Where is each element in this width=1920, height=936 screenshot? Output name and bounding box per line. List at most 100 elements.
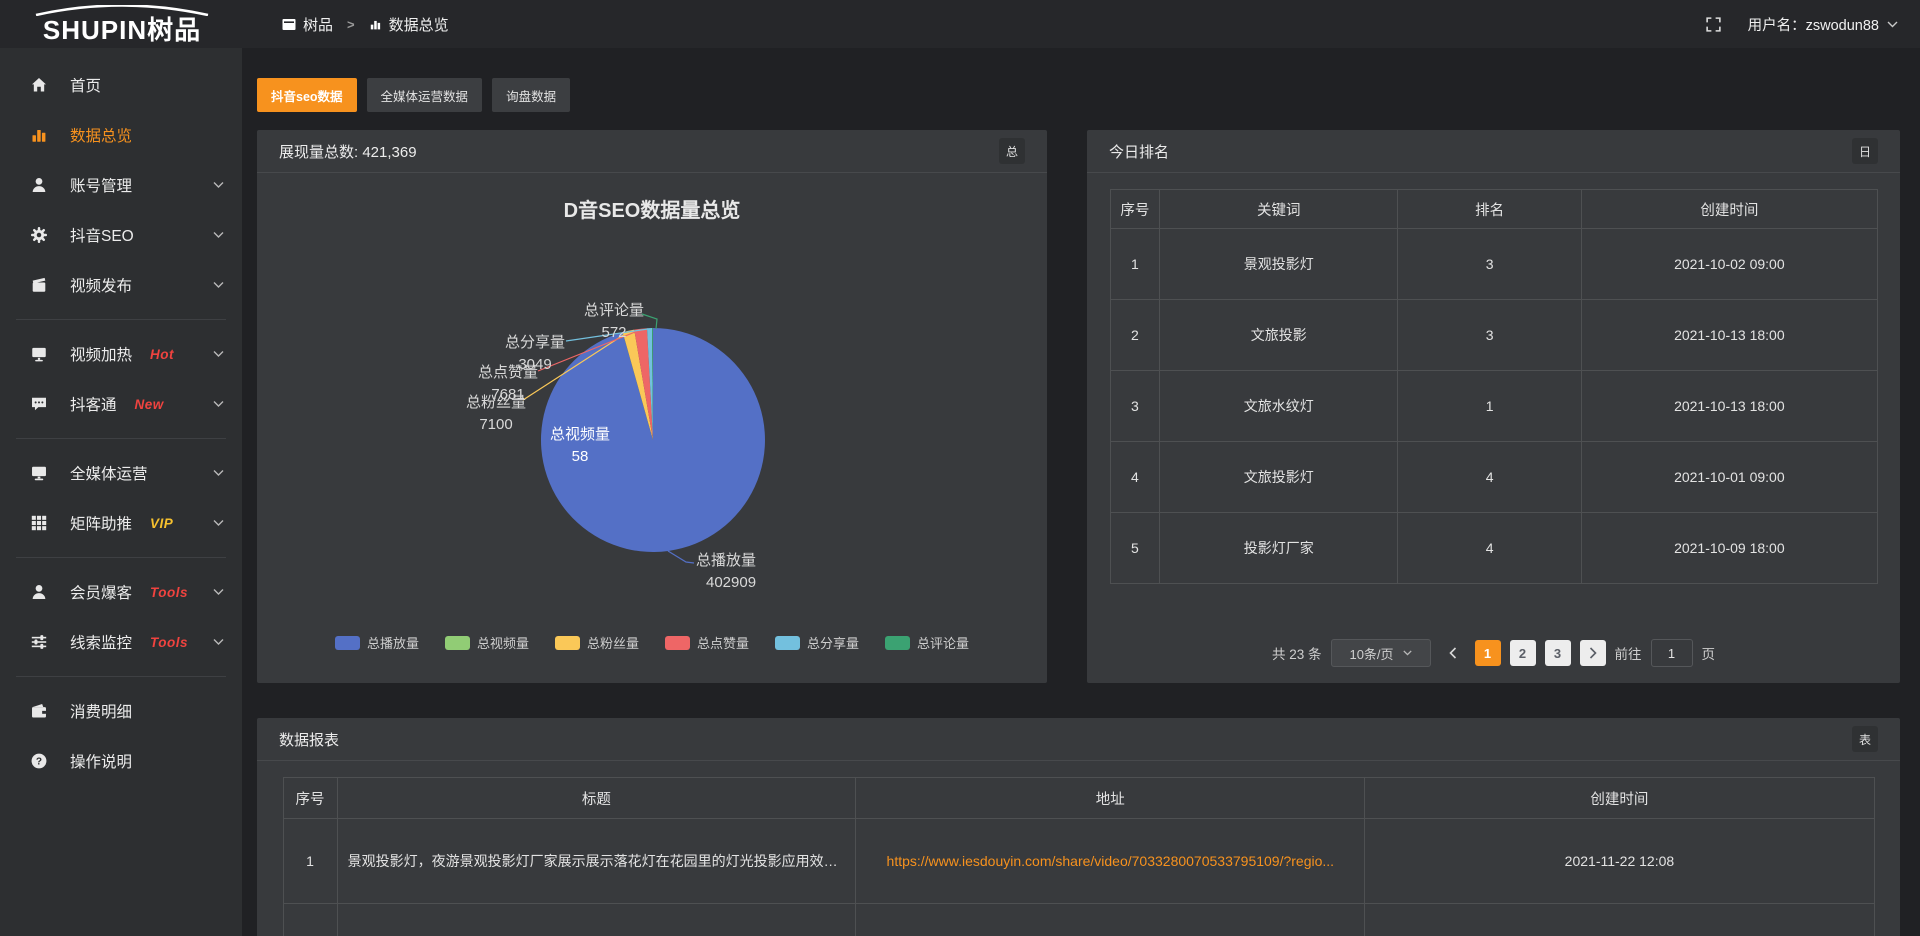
sidebar-item-consume-detail[interactable]: 消费明细 (0, 686, 242, 736)
sidebar-item-data-overview[interactable]: 数据总览 (0, 110, 242, 160)
prev-page-button[interactable] (1440, 640, 1466, 666)
sidebar-item-clue-monitor[interactable]: 线索监控 Tools (0, 617, 242, 667)
breadcrumb-label: 数据总览 (389, 14, 449, 35)
chat-icon (30, 395, 48, 413)
table-cell: 4 (1398, 442, 1582, 513)
sidebar-divider (16, 557, 226, 558)
chevron-down-icon (213, 520, 224, 527)
sidebar-badge: Tools (150, 635, 188, 650)
fullscreen-icon[interactable] (1705, 16, 1722, 33)
legend-item-comment[interactable]: 总评论量 (885, 633, 969, 652)
column-header: 创建时间 (1582, 190, 1877, 229)
sidebar-divider (16, 319, 226, 320)
page-buttons: 123 (1475, 640, 1571, 666)
pie-label-name-comment: 总评论量 (584, 302, 644, 319)
video-link[interactable]: https://www.iesdouyin.com/share/video/70… (887, 853, 1335, 869)
chevron-down-icon (213, 589, 224, 596)
table-view-button[interactable]: 表 (1852, 726, 1878, 752)
legend-swatch (665, 636, 690, 650)
wallet-icon (30, 702, 48, 720)
chevron-down-icon (213, 182, 224, 189)
sidebar-item-label: 全媒体运营 (70, 462, 148, 484)
gear-icon (30, 226, 48, 244)
video-url-cell: https://www.iesdouyin.com/share/video/70… (856, 819, 1365, 904)
sidebar-item-label: 矩阵助推 (70, 512, 132, 534)
table-cell: 3 (1110, 371, 1160, 442)
page-size-select[interactable]: 10条/页 (1331, 639, 1431, 667)
ranking-table: 序号关键词排名创建时间1景观投影灯32021-10-02 09:002文旅投影3… (1110, 189, 1878, 584)
sidebar-item-account-manage[interactable]: 账号管理 (0, 160, 242, 210)
sidebar-item-matrix-boost[interactable]: 矩阵助推 VIP (0, 498, 242, 548)
sidebar-item-label: 操作说明 (70, 750, 132, 772)
page-button-3[interactable]: 3 (1545, 640, 1571, 666)
row-number-cell: 1 (283, 819, 337, 904)
legend-item-share[interactable]: 总分享量 (775, 633, 859, 652)
legend-label: 总视频量 (477, 633, 529, 652)
report-panel: 数据报表 表 序号标题地址创建时间1景观投影灯，夜游景观投影灯厂家展示展示落花灯… (257, 718, 1900, 936)
user-icon (30, 176, 48, 194)
sidebar-item-douyin-seo[interactable]: 抖音SEO (0, 210, 242, 260)
monitor-icon (30, 464, 48, 482)
sidebar-item-media-operation[interactable]: 全媒体运营 (0, 448, 242, 498)
table-cell: 4 (1398, 513, 1582, 584)
total-view-button[interactable]: 总 (999, 138, 1025, 164)
sidebar-item-video-heat[interactable]: 视频加热 Hot (0, 329, 242, 379)
user-menu[interactable]: 用户名：zswodun88 (1748, 14, 1898, 35)
pie-label-name-share: 总分享量 (505, 334, 565, 351)
grid-icon (30, 514, 48, 532)
table-cell: 投影灯厂家 (1160, 513, 1398, 584)
chevron-down-icon (213, 351, 224, 358)
question-icon: ? (30, 752, 48, 770)
logo-text: SHUPIN树品 (43, 17, 201, 43)
tab-douyin-seo-data[interactable]: 抖音seo数据 (257, 78, 357, 112)
column-header: 地址 (856, 778, 1365, 819)
goto-page-input[interactable] (1651, 639, 1693, 667)
bar-chart-icon (30, 126, 48, 144)
sidebar-item-label: 线索监控 (70, 631, 132, 653)
sidebar-item-label: 视频加热 (70, 343, 132, 365)
sidebar-item-member-baoke[interactable]: 会员爆客Tools (0, 567, 242, 617)
sidebar-badge: Hot (150, 347, 174, 362)
sidebar-badge: New (135, 397, 164, 412)
legend-item-play[interactable]: 总播放量 (335, 633, 419, 652)
legend-item-like[interactable]: 总点赞量 (665, 633, 749, 652)
sidebar-item-label: 会员爆客 (70, 581, 132, 603)
ranking-panel-title: 今日排名 (1109, 141, 1169, 162)
label-line-comment (642, 314, 657, 329)
sidebar-item-douketong[interactable]: 抖客通New (0, 379, 242, 429)
logo[interactable]: SHUPIN树品 (22, 5, 222, 43)
breadcrumb-item-home[interactable]: 树品 (282, 14, 333, 35)
legend-item-fans[interactable]: 总粉丝量 (555, 633, 639, 652)
legend-item-video[interactable]: 总视频量 (445, 633, 529, 652)
pie-label-value-comment: 572 (601, 324, 626, 341)
bar-chart-icon (369, 18, 382, 31)
breadcrumb-item-current[interactable]: 数据总览 (369, 14, 449, 35)
tab-inquiry-data[interactable]: 询盘数据 (492, 78, 570, 112)
sidebar-badge: VIP (150, 516, 173, 531)
pie-label-name-video: 总视频量 (550, 426, 610, 443)
header-right: 用户名：zswodun88 (1705, 14, 1898, 35)
table-cell: 3 (1398, 229, 1582, 300)
sidebar-item-label: 数据总览 (70, 124, 132, 146)
daily-view-button[interactable]: 日 (1852, 138, 1878, 164)
column-header: 排名 (1398, 190, 1582, 229)
sidebar-item-help[interactable]: ? 操作说明 (0, 736, 242, 786)
next-page-button[interactable] (1580, 640, 1606, 666)
sidebar-item-home[interactable]: 首页 (0, 60, 242, 110)
page-button-1[interactable]: 1 (1475, 640, 1501, 666)
legend-swatch (445, 636, 470, 650)
pie-label-value-fans: 7100 (479, 416, 512, 433)
table-row: 1景观投影灯32021-10-02 09:00 (1110, 229, 1877, 300)
column-header: 关键词 (1160, 190, 1398, 229)
tab-media-operation-data[interactable]: 全媒体运营数据 (367, 78, 483, 112)
sidebar-item-label: 消费明细 (70, 700, 132, 722)
sidebar-divider (16, 676, 226, 677)
report-panel-head: 数据报表 表 (257, 718, 1900, 761)
column-header: 标题 (337, 778, 856, 819)
overview-panel: 展现量总数: 421,369 总 D音SEO数据量总览总播放量402909总视频… (257, 130, 1047, 683)
page-button-2[interactable]: 2 (1510, 640, 1536, 666)
sidebar-item-video-publish[interactable]: 视频发布 (0, 260, 242, 310)
data-tabs: 抖音seo数据全媒体运营数据询盘数据 (257, 78, 570, 112)
report-panel-title: 数据报表 (279, 729, 339, 750)
legend-swatch (335, 636, 360, 650)
